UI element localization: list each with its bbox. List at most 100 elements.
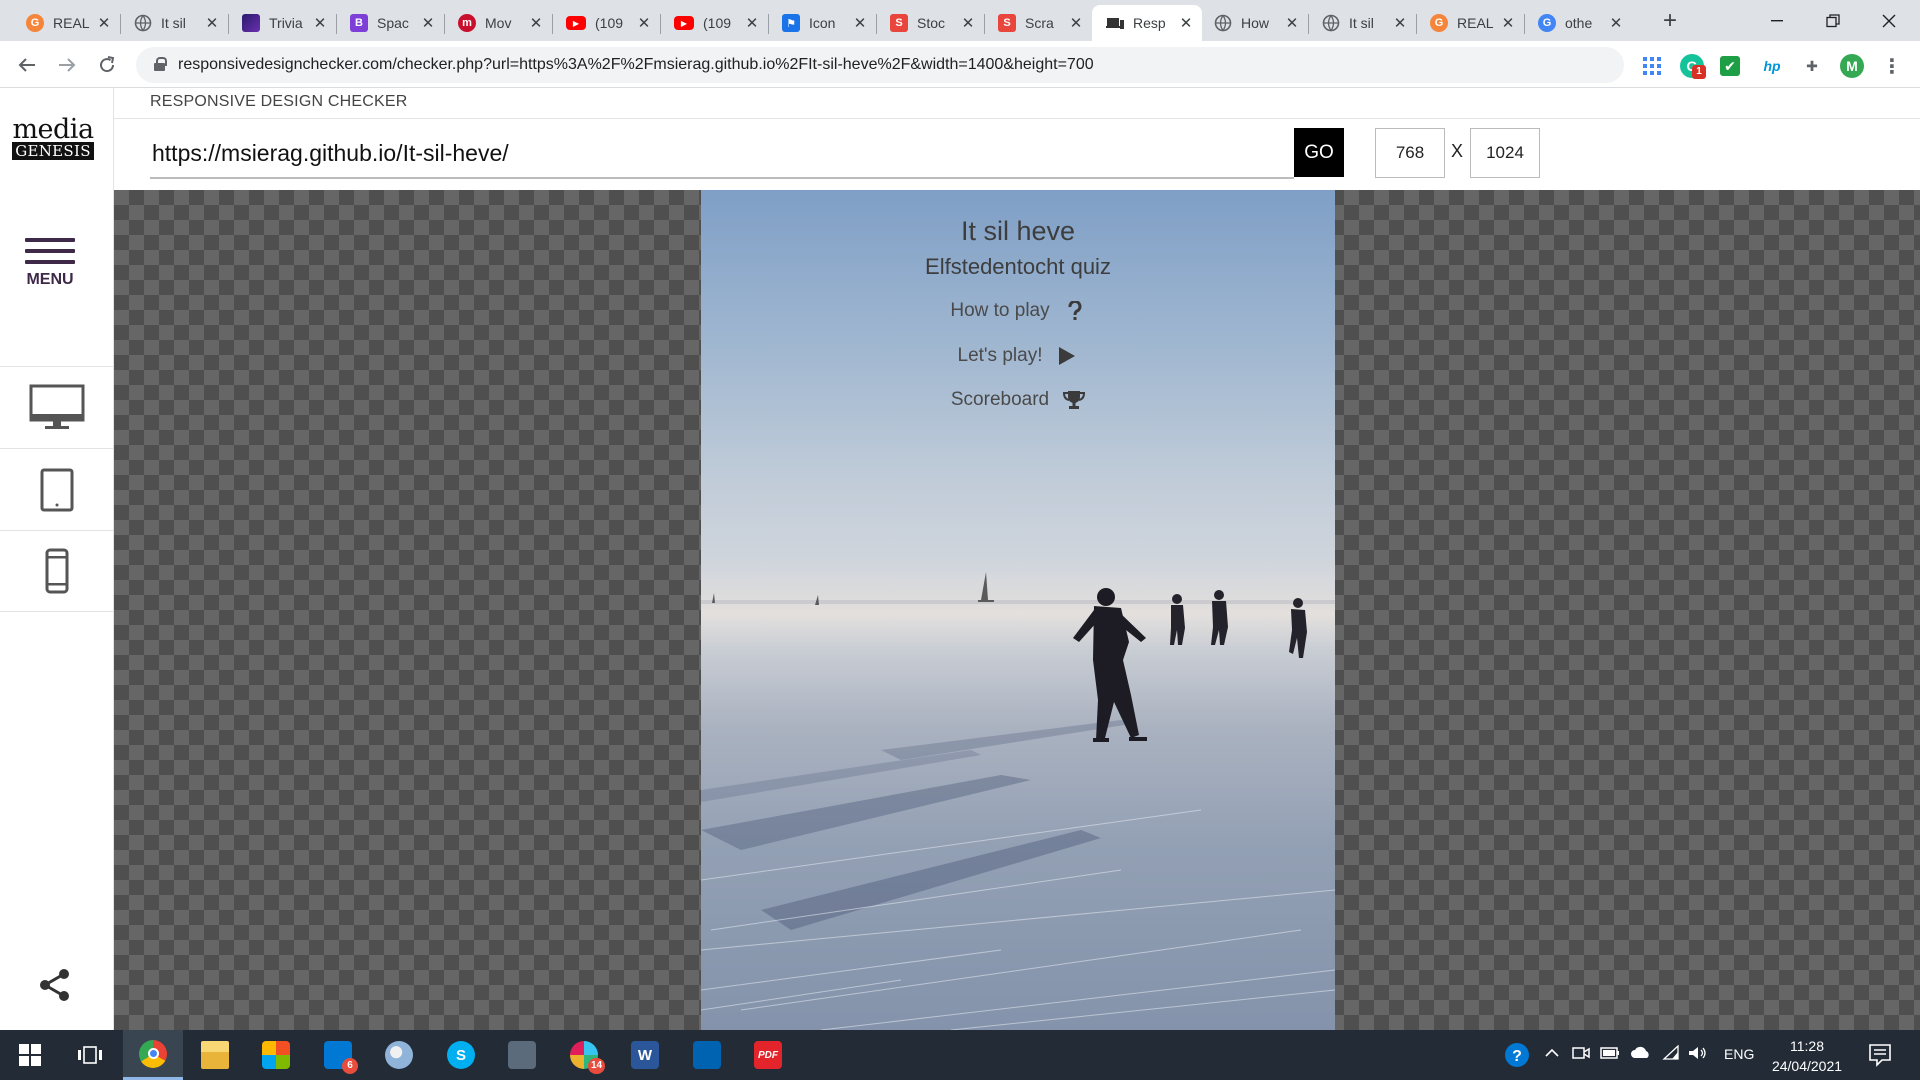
windows-taskbar: 6 S 14 W PDF ? ENG 11:28 24/04/2021 [0,1030,1920,1080]
browser-tab[interactable]: How ✕ [1200,5,1308,41]
check-icon[interactable]: ✔ [1720,56,1740,76]
grammarly-icon[interactable]: G1 [1680,54,1706,79]
share-button[interactable] [38,968,72,1002]
meet-now-icon[interactable] [1572,1045,1590,1064]
task-view-icon [78,1046,102,1064]
tab-title: Spac [377,15,409,31]
battery-icon[interactable] [1600,1045,1620,1064]
notification-center-icon[interactable] [1868,1043,1892,1070]
menu-label: MENU [26,271,74,288]
browser-tab[interactable]: It sil ✕ [1308,5,1416,41]
system-clock[interactable]: 11:28 24/04/2021 [1768,1036,1846,1076]
back-arrow-icon [18,58,35,72]
scoreboard-button[interactable]: Scoreboard [701,389,1335,411]
close-window-button[interactable] [1862,0,1916,41]
height-input[interactable] [1470,128,1540,178]
mail-icon[interactable]: 6 [308,1030,368,1080]
preview-frame[interactable]: It sil heve Elfstedentocht quiz How to p… [701,190,1335,1030]
checker-header: RESPONSIVE DESIGN CHECKER GO X [114,88,1920,190]
browser-tab[interactable]: S Stoc ✕ [876,5,984,41]
mobile-view-button[interactable] [0,530,114,612]
pdf-icon[interactable]: PDF [738,1030,798,1080]
help-icon[interactable]: ? [1504,1042,1530,1071]
browser-tab[interactable]: B Spac ✕ [336,5,444,41]
word-icon[interactable]: W [615,1030,675,1080]
new-tab-button[interactable]: + [1656,8,1684,36]
skype-icon[interactable]: S [431,1030,491,1080]
file-explorer-icon[interactable] [185,1030,245,1080]
browser-tab[interactable]: ▶ (109 ✕ [660,5,768,41]
restore-button[interactable] [1806,0,1860,41]
tab-close-icon[interactable]: ✕ [312,14,328,32]
profile-avatar[interactable]: M [1840,54,1864,78]
forward-button[interactable] [52,50,82,80]
tab-close-icon[interactable]: ✕ [204,14,220,32]
apps-grid-glyph [1643,57,1661,75]
browser-tab[interactable]: G REAL ✕ [1416,5,1524,41]
google-icon: G [1538,14,1556,32]
browser-tab[interactable]: Gothe ✕ [1524,5,1632,41]
tab-close-icon[interactable]: ✕ [420,14,436,32]
lets-play-button[interactable]: Let's play! [701,345,1335,367]
check-icon-glyph: ✔ [1724,57,1736,74]
tablet-view-button[interactable] [0,448,114,530]
browser-tab[interactable]: Resp ✕ [1092,5,1202,41]
tab-close-icon[interactable]: ✕ [96,14,112,32]
language-indicator[interactable]: ENG [1724,1046,1754,1062]
tab-close-icon[interactable]: ✕ [1392,14,1408,32]
browser-tab[interactable]: ▶ (109 ✕ [552,5,660,41]
how-to-play-button[interactable]: How to play [701,300,1335,322]
youtube-icon: ▶ [566,16,586,30]
tab-close-icon[interactable]: ✕ [636,14,652,32]
close-icon [1882,14,1896,27]
show-hidden-icons-button[interactable] [1544,1045,1560,1064]
hp-icon[interactable]: hp [1760,54,1784,78]
tab-close-icon[interactable]: ✕ [528,14,544,32]
puzzle-icon[interactable]: ✚ [1800,54,1824,78]
desktop-view-button[interactable] [0,366,114,448]
task-view-button[interactable] [60,1030,120,1080]
address-bar-url[interactable]: responsivedesignchecker.com/checker.php?… [178,56,1094,74]
puzzle-icon-glyph: ✚ [1806,57,1818,74]
chrome-icon-glyph [139,1039,167,1068]
browser-tab[interactable]: It sil ✕ [120,5,228,41]
calculator-icon[interactable] [492,1030,552,1080]
slack-icon[interactable]: 14 [554,1030,614,1080]
globe-icon [134,14,152,32]
onedrive-icon[interactable] [1630,1045,1652,1064]
browser-tab[interactable]: m Mov ✕ [444,5,552,41]
address-bar[interactable]: responsivedesignchecker.com/checker.php?… [136,47,1742,83]
tab-close-icon[interactable]: ✕ [1178,14,1194,32]
browser-tab[interactable]: S Scra ✕ [984,5,1092,41]
apps-grid-icon[interactable] [1640,54,1664,78]
tab-close-icon[interactable]: ✕ [852,14,868,32]
start-button[interactable] [0,1030,60,1080]
store-icon[interactable] [246,1030,306,1080]
tab-close-icon[interactable]: ✕ [1284,14,1300,32]
paint-icon[interactable] [369,1030,429,1080]
tab-close-icon[interactable]: ✕ [744,14,760,32]
width-input[interactable] [1375,128,1445,178]
calculator-icon-glyph [508,1041,536,1069]
browser-tab[interactable]: ⚑ Icon ✕ [768,5,876,41]
tab-close-icon[interactable]: ✕ [1500,14,1516,32]
pdf-icon-glyph: PDF [754,1041,782,1069]
volume-icon[interactable] [1688,1045,1708,1064]
back-button[interactable] [12,50,42,80]
photos-icon[interactable] [677,1030,737,1080]
browser-tab[interactable]: G REAL ✕ [12,5,120,41]
go-button[interactable]: GO [1294,128,1344,177]
wifi-icon[interactable] [1662,1044,1680,1064]
chrome-icon[interactable] [123,1030,183,1080]
kebab-menu-icon[interactable]: ⋮ [1880,54,1904,78]
tab-close-icon[interactable]: ✕ [960,14,976,32]
tab-close-icon[interactable]: ✕ [1068,14,1084,32]
minimize-button[interactable] [1750,0,1804,41]
menu-button[interactable]: MENU [22,238,78,289]
browser-tab[interactable]: Trivia ✕ [228,5,336,41]
tab-close-icon[interactable]: ✕ [1608,14,1624,32]
media-genesis-logo[interactable]: media GENESIS [12,116,94,160]
reload-button[interactable] [92,50,122,80]
word-icon-glyph: W [631,1041,659,1069]
url-input[interactable] [150,129,1294,179]
